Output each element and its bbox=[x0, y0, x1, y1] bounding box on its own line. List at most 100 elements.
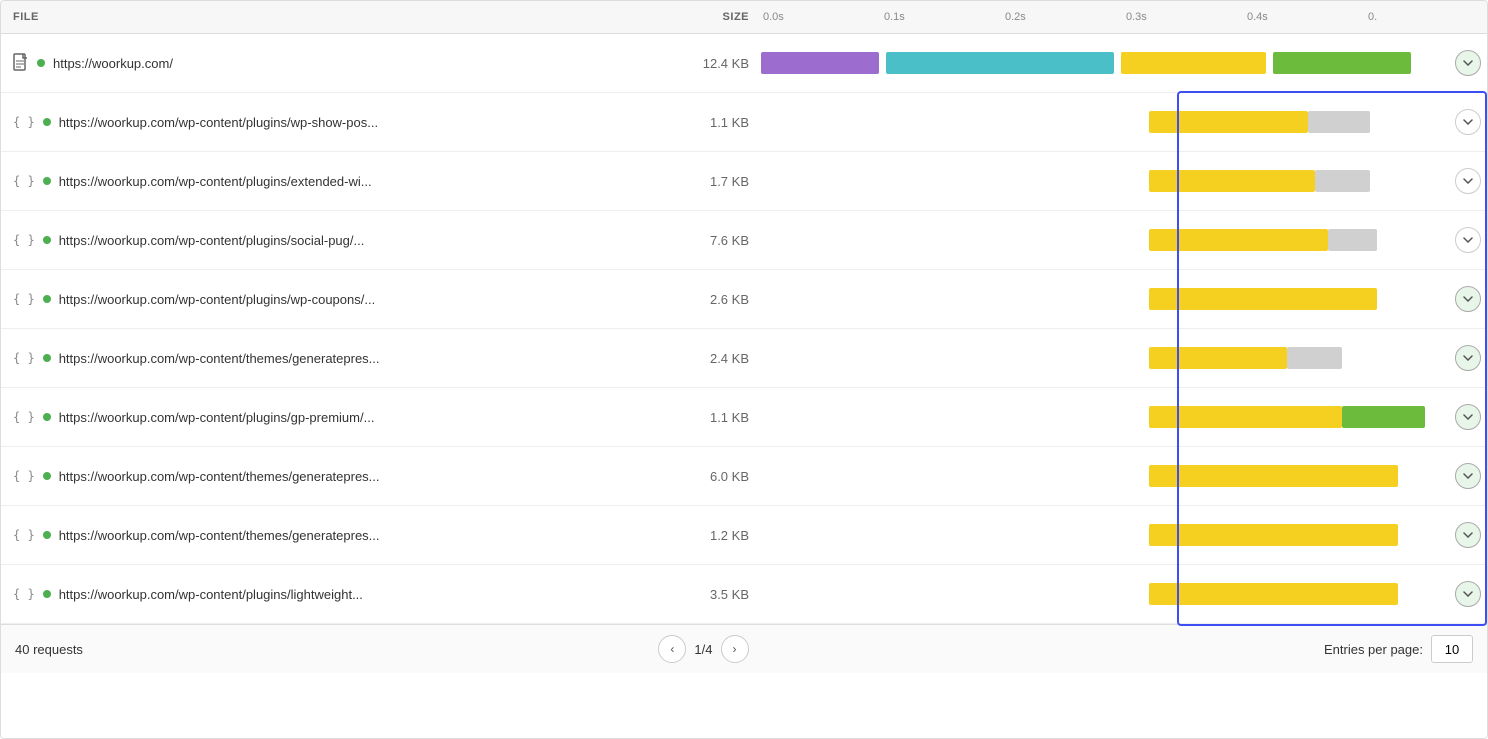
row-timeline bbox=[761, 270, 1487, 328]
col-timeline-header: 0.0s0.1s0.2s0.3s0.4s0. bbox=[761, 7, 1487, 27]
file-type-icon: { } bbox=[13, 174, 35, 188]
bar-segment bbox=[1308, 111, 1370, 133]
bar-segment bbox=[1149, 406, 1343, 428]
timeline-tick-label: 0.1s bbox=[882, 11, 1003, 23]
row-size: 1.7 KB bbox=[661, 166, 761, 197]
row-file: { } https://woorkup.com/wp-content/plugin… bbox=[1, 107, 661, 138]
bar-segment bbox=[1149, 465, 1398, 487]
file-url: https://woorkup.com/wp-content/plugins/l… bbox=[59, 587, 363, 602]
row-size: 3.5 KB bbox=[661, 579, 761, 610]
row-timeline bbox=[761, 34, 1487, 92]
bar-segment bbox=[1342, 406, 1425, 428]
page-next-button[interactable]: › bbox=[721, 635, 749, 663]
row-size: 6.0 KB bbox=[661, 461, 761, 492]
table-row: { }https://woorkup.com/wp-content/themes… bbox=[1, 506, 1487, 565]
row-file: { } https://woorkup.com/wp-content/themes… bbox=[1, 461, 661, 492]
row-file: { } https://woorkup.com/wp-content/plugin… bbox=[1, 579, 661, 610]
file-url: https://woorkup.com/wp-content/themes/ge… bbox=[59, 469, 380, 484]
status-dot bbox=[43, 354, 51, 362]
status-dot bbox=[43, 177, 51, 185]
table-row: { } https://woorkup.com/wp-content/plugin… bbox=[1, 93, 1487, 152]
entries-label: Entries per page: bbox=[1324, 642, 1423, 657]
row-timeline bbox=[761, 152, 1487, 210]
status-dot bbox=[43, 236, 51, 244]
table-row: { }https://woorkup.com/wp-content/plugin… bbox=[1, 211, 1487, 270]
bar-segment bbox=[1121, 52, 1266, 74]
bar-segment bbox=[1149, 347, 1287, 369]
table-row: { } https://woorkup.com/wp-content/plugin… bbox=[1, 565, 1487, 624]
row-timeline bbox=[761, 388, 1487, 446]
file-url: https://woorkup.com/wp-content/themes/ge… bbox=[59, 351, 380, 366]
bar-segment bbox=[761, 52, 879, 74]
entries-input[interactable] bbox=[1431, 635, 1473, 663]
row-timeline bbox=[761, 211, 1487, 269]
expand-button[interactable] bbox=[1455, 404, 1481, 430]
timeline-labels: 0.0s0.1s0.2s0.3s0.4s0. bbox=[761, 11, 1487, 23]
table-row: { } https://woorkup.com/wp-content/plugin… bbox=[1, 152, 1487, 211]
network-table: FILE SIZE 0.0s0.1s0.2s0.3s0.4s0. https:/… bbox=[0, 0, 1488, 739]
status-dot bbox=[43, 531, 51, 539]
status-dot bbox=[43, 590, 51, 598]
row-size: 7.6 KB bbox=[661, 225, 761, 256]
bar-container bbox=[761, 406, 1453, 428]
bar-segment bbox=[1315, 170, 1370, 192]
table-row: https://woorkup.com/12.4 KB bbox=[1, 34, 1487, 93]
expand-button[interactable] bbox=[1455, 50, 1481, 76]
pagination: ‹ 1/4 › bbox=[658, 635, 748, 663]
status-dot bbox=[43, 295, 51, 303]
table-footer: 40 requests ‹ 1/4 › Entries per page: bbox=[1, 624, 1487, 673]
col-size-header: SIZE bbox=[661, 7, 761, 27]
status-dot bbox=[43, 472, 51, 480]
file-url: https://woorkup.com/wp-content/plugins/e… bbox=[59, 174, 372, 189]
file-type-icon: { } bbox=[13, 410, 35, 424]
row-timeline bbox=[761, 565, 1487, 623]
bar-container bbox=[761, 170, 1453, 192]
expand-button[interactable] bbox=[1455, 227, 1481, 253]
bar-segment bbox=[1149, 288, 1377, 310]
bar-segment bbox=[1328, 229, 1376, 251]
row-size: 1.1 KB bbox=[661, 402, 761, 433]
row-file: https://woorkup.com/ bbox=[1, 45, 661, 82]
bar-segment bbox=[1149, 583, 1398, 605]
entries-info: Entries per page: bbox=[1324, 635, 1473, 663]
bar-container bbox=[761, 52, 1453, 74]
expand-button[interactable] bbox=[1455, 168, 1481, 194]
bar-segment bbox=[886, 52, 1114, 74]
file-type-icon: { } bbox=[13, 528, 35, 542]
bar-container bbox=[761, 111, 1453, 133]
row-file: { }https://woorkup.com/wp-content/themes… bbox=[1, 520, 661, 551]
row-timeline bbox=[761, 506, 1487, 564]
bar-segment bbox=[1287, 347, 1342, 369]
bar-container bbox=[761, 347, 1453, 369]
file-url: https://woorkup.com/wp-content/plugins/w… bbox=[59, 115, 378, 130]
table-row: { } https://woorkup.com/wp-content/themes… bbox=[1, 447, 1487, 506]
expand-button[interactable] bbox=[1455, 109, 1481, 135]
row-file: { }https://woorkup.com/wp-content/plugin… bbox=[1, 225, 661, 256]
row-size: 12.4 KB bbox=[661, 48, 761, 79]
file-type-icon: { } bbox=[13, 469, 35, 483]
timeline-tick-label: 0.2s bbox=[1003, 11, 1124, 23]
status-dot bbox=[37, 59, 45, 67]
page-prev-button[interactable]: ‹ bbox=[658, 635, 686, 663]
file-url: https://woorkup.com/wp-content/plugins/w… bbox=[59, 292, 376, 307]
bar-segment bbox=[1273, 52, 1411, 74]
expand-button[interactable] bbox=[1455, 581, 1481, 607]
expand-button[interactable] bbox=[1455, 522, 1481, 548]
expand-button[interactable] bbox=[1455, 286, 1481, 312]
file-url: https://woorkup.com/wp-content/plugins/g… bbox=[59, 410, 375, 425]
page-info: 1/4 bbox=[694, 642, 712, 657]
status-dot bbox=[43, 118, 51, 126]
bar-container bbox=[761, 524, 1453, 546]
file-type-icon: { } bbox=[13, 115, 35, 129]
row-size: 2.6 KB bbox=[661, 284, 761, 315]
bar-container bbox=[761, 465, 1453, 487]
status-dot bbox=[43, 413, 51, 421]
file-type-icon: { } bbox=[13, 351, 35, 365]
expand-button[interactable] bbox=[1455, 345, 1481, 371]
table-row: { } https://woorkup.com/wp-content/plugin… bbox=[1, 388, 1487, 447]
timeline-tick-label: 0. bbox=[1366, 11, 1487, 23]
expand-button[interactable] bbox=[1455, 463, 1481, 489]
file-url: https://woorkup.com/ bbox=[53, 56, 173, 71]
file-type-icon: { } bbox=[13, 587, 35, 601]
bar-container bbox=[761, 229, 1453, 251]
